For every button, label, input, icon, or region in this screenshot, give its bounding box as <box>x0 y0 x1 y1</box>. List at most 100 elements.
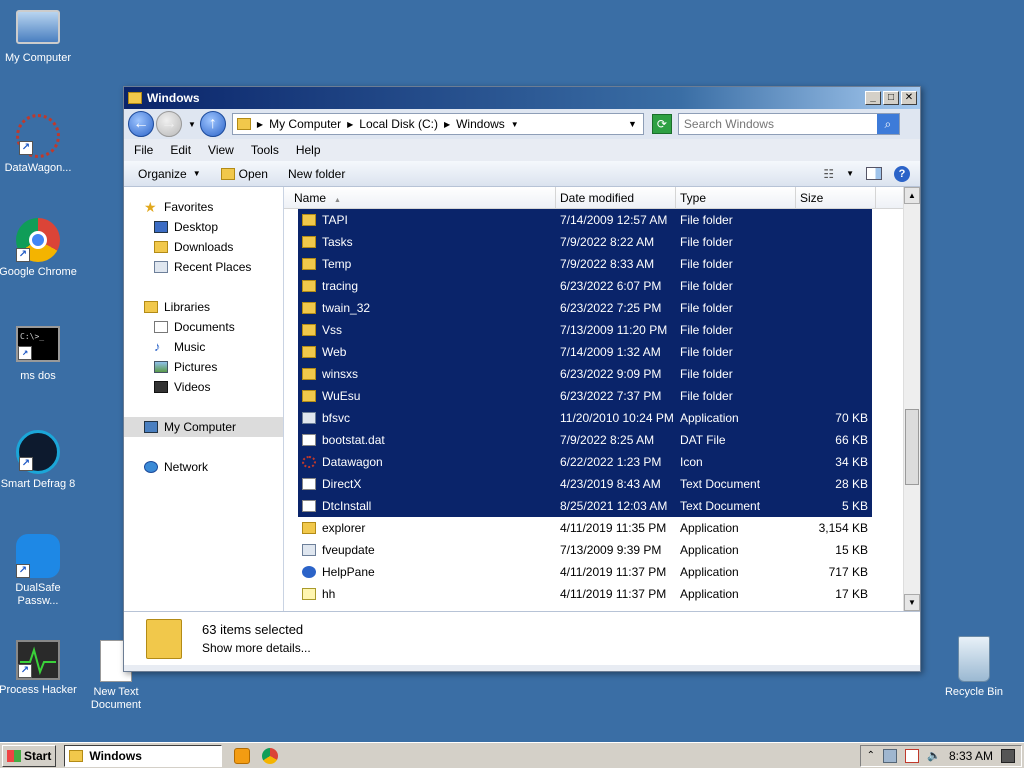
nav-pictures[interactable]: Pictures <box>124 357 283 377</box>
chevron-right-icon[interactable]: ▶ <box>444 120 450 129</box>
scroll-down-icon[interactable]: ▼ <box>904 594 920 611</box>
scroll-up-icon[interactable]: ▲ <box>904 187 920 204</box>
recent-pages-dropdown[interactable]: ▼ <box>188 120 196 129</box>
file-row[interactable]: explorer 4/11/2019 11:35 PM Application 3,1… <box>298 517 872 539</box>
view-dropdown-chevron-icon[interactable]: ▼ <box>846 169 854 178</box>
show-more-details-link[interactable]: Show more details... <box>202 639 311 657</box>
nav-favorites[interactable]: ★ Favorites <box>124 197 283 217</box>
file-row[interactable]: HelpPane 4/11/2019 11:37 PM Application 717… <box>298 561 872 583</box>
window-titlebar[interactable]: Windows _ □ ✕ <box>124 87 920 109</box>
preview-pane-icon[interactable] <box>866 167 882 180</box>
scroll-thumb[interactable] <box>905 409 919 485</box>
file-row[interactable]: WuEsu 6/23/2022 7:37 PM File folder <box>298 385 872 407</box>
maximize-button[interactable]: □ <box>883 91 899 105</box>
vertical-scrollbar[interactable]: ▲ ▼ <box>903 187 920 611</box>
file-row[interactable]: twain_32 6/23/2022 7:25 PM File folder <box>298 297 872 319</box>
back-button[interactable]: ← <box>128 111 154 137</box>
file-row[interactable]: Temp 7/9/2022 8:33 AM File folder <box>298 253 872 275</box>
nav-desktop[interactable]: Desktop <box>124 217 283 237</box>
folder-file-icon <box>302 324 316 336</box>
file-row[interactable]: Vss 7/13/2009 11:20 PM File folder <box>298 319 872 341</box>
file-row[interactable]: DirectX 4/23/2019 8:43 AM Text Document 28 … <box>298 473 872 495</box>
media-player-icon[interactable] <box>234 747 251 764</box>
organize-button[interactable]: Organize ▼ <box>138 167 201 181</box>
breadcrumb-windows[interactable]: Windows <box>456 117 505 131</box>
desktop-icon-datawagon[interactable]: ↗ DataWagon... <box>0 114 78 175</box>
desktop-icon-smart-defrag[interactable]: ↗ Smart Defrag 8 <box>0 430 78 491</box>
address-dropdown[interactable]: ▼ <box>628 119 637 129</box>
breadcrumb-my-computer[interactable]: My Computer <box>269 117 341 131</box>
app-file-icon <box>302 544 316 556</box>
file-name-cell: HelpPane <box>298 565 556 579</box>
file-row[interactable]: DtcInstall 8/25/2021 12:03 AM Text Documen… <box>298 495 872 517</box>
up-button[interactable]: ↑ <box>199 111 226 137</box>
chevron-down-icon[interactable]: ▼ <box>511 120 519 129</box>
downloads-icon <box>154 241 168 253</box>
menu-tools[interactable]: Tools <box>251 143 279 157</box>
file-row[interactable]: bootstat.dat 7/9/2022 8:25 AM DAT File 66 K… <box>298 429 872 451</box>
window-title: Windows <box>147 91 200 105</box>
breadcrumb-local-disk[interactable]: Local Disk (C:) <box>359 117 438 131</box>
file-row[interactable]: Datawagon 6/22/2022 1:23 PM Icon 34 KB <box>298 451 872 473</box>
file-file-icon <box>302 434 316 446</box>
file-row[interactable]: Web 7/14/2009 1:32 AM File folder <box>298 341 872 363</box>
search-input[interactable] <box>678 117 877 131</box>
column-name[interactable]: Name ▲ <box>284 187 556 208</box>
nav-documents[interactable]: Documents <box>124 317 283 337</box>
desktop-icon-dualsafe[interactable]: ↗ DualSafe Passw... <box>0 534 78 608</box>
file-row[interactable]: tracing 6/23/2022 6:07 PM File folder <box>298 275 872 297</box>
show-desktop-icon[interactable] <box>1001 748 1015 763</box>
nav-recent-places[interactable]: Recent Places <box>124 257 283 277</box>
nav-my-computer[interactable]: My Computer <box>124 417 283 437</box>
file-row[interactable]: Tasks 7/9/2022 8:22 AM File folder <box>298 231 872 253</box>
file-row[interactable]: hh 4/11/2019 11:37 PM Application 17 KB <box>298 583 872 605</box>
column-type[interactable]: Type <box>676 187 796 208</box>
nav-music[interactable]: ♪ Music <box>124 337 283 357</box>
file-name-cell: WuEsu <box>298 389 556 403</box>
desktop-icon-google-chrome[interactable]: ↗ Google Chrome <box>0 218 78 279</box>
file-date: 6/23/2022 7:37 PM <box>560 389 662 403</box>
search-box[interactable]: ⌕ <box>677 113 900 135</box>
chrome-icon[interactable] <box>262 747 279 764</box>
menu-help[interactable]: Help <box>296 143 321 157</box>
start-button[interactable]: Start <box>2 744 57 767</box>
column-size[interactable]: Size <box>796 187 876 208</box>
search-icon[interactable]: ⌕ <box>876 114 899 134</box>
show-hidden-icons-button[interactable]: ⌃ <box>867 750 875 761</box>
menu-edit[interactable]: Edit <box>170 143 191 157</box>
address-bar[interactable]: ▶ My Computer ▶ Local Disk (C:) ▶ Window… <box>231 113 644 135</box>
taskbar-item-windows[interactable]: Windows <box>64 744 223 767</box>
menu-view[interactable]: View <box>208 143 234 157</box>
column-date-modified[interactable]: Date modified <box>556 187 676 208</box>
chevron-right-icon[interactable]: ▶ <box>257 120 263 129</box>
chevron-right-icon[interactable]: ▶ <box>347 120 353 129</box>
volume-icon[interactable]: 🔈 <box>927 749 941 763</box>
menu-file[interactable]: File <box>134 143 153 157</box>
folder-icon <box>69 749 84 762</box>
open-button[interactable]: Open <box>220 167 268 181</box>
nav-network[interactable]: Network <box>124 457 283 477</box>
action-center-icon[interactable] <box>904 748 919 763</box>
desktop-icon-ms-dos[interactable]: C:\>_ ↗ ms dos <box>0 326 78 383</box>
minimize-button[interactable]: _ <box>865 91 881 105</box>
new-folder-button[interactable]: New folder <box>288 167 345 181</box>
refresh-button[interactable]: ⟳ <box>651 114 672 134</box>
column-label: Name <box>294 191 327 205</box>
desktop-icon-process-hacker[interactable]: ↗ Process Hacker <box>0 640 78 697</box>
desktop-icon-recycle-bin[interactable]: Recycle Bin <box>934 636 1014 699</box>
file-row[interactable]: bfsvc 11/20/2010 10:24 PM Application 70 KB <box>298 407 872 429</box>
file-row[interactable]: fveupdate 7/13/2009 9:39 PM Application 15 … <box>298 539 872 561</box>
nav-label: Recent Places <box>174 260 252 274</box>
nav-videos[interactable]: Videos <box>124 377 283 397</box>
close-button[interactable]: ✕ <box>901 91 917 105</box>
view-options-icon[interactable]: ☷ <box>823 167 834 181</box>
network-tray-icon[interactable] <box>882 748 897 763</box>
file-row[interactable]: TAPI 7/14/2009 12:57 AM File folder <box>298 209 872 231</box>
clock[interactable]: 8:33 AM <box>949 749 993 763</box>
nav-libraries[interactable]: Libraries <box>124 297 283 317</box>
file-row[interactable]: winsxs 6/23/2022 9:09 PM File folder <box>298 363 872 385</box>
nav-downloads[interactable]: Downloads <box>124 237 283 257</box>
forward-button[interactable]: → <box>156 111 182 137</box>
help-icon[interactable]: ? <box>894 165 910 182</box>
desktop-icon-my-computer[interactable]: My Computer <box>0 10 78 65</box>
